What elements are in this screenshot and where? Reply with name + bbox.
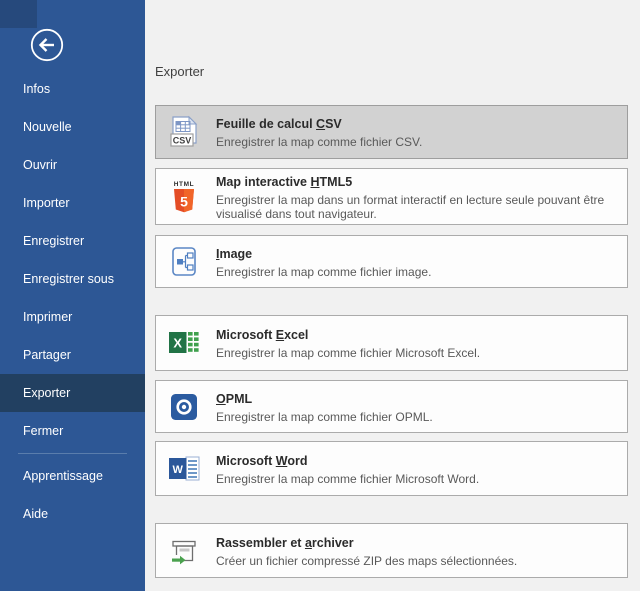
image-file-icon (167, 244, 201, 280)
export-option-title: Image (216, 247, 252, 261)
window-accent-stub (0, 0, 37, 28)
back-arrow-icon (30, 49, 64, 66)
export-option-opml[interactable]: OPML Enregistrer la map comme fichier OP… (155, 380, 628, 433)
sidebar-item-apprentissage[interactable]: Apprentissage (0, 457, 145, 495)
sidebar-item-aide[interactable]: Aide (0, 495, 145, 533)
export-option-description: Enregistrer la map dans un format intera… (216, 193, 617, 221)
sidebar-item-enregistrer[interactable]: Enregistrer (0, 222, 145, 260)
export-option-html5[interactable]: HTML 5 Map interactive HTML5 Enregistrer… (155, 168, 628, 225)
sidebar-item-nouvelle[interactable]: Nouvelle (0, 108, 145, 146)
export-option-description: Enregistrer la map comme fichier OPML. (216, 410, 433, 424)
archive-box-icon (167, 533, 201, 569)
sidebar-item-imprimer[interactable]: Imprimer (0, 298, 145, 336)
export-option-image[interactable]: Image Enregistrer la map comme fichier i… (155, 235, 628, 288)
export-option-word[interactable]: W Microsoft Word Enregistrer la map comm… (155, 441, 628, 496)
export-option-description: Créer un fichier compressé ZIP des maps … (216, 554, 517, 568)
export-option-title: Microsoft Word (216, 454, 307, 468)
card-text: Map interactive HTML5 Enregistrer la map… (216, 173, 617, 221)
export-option-title: Rassembler et archiver (216, 536, 354, 550)
word-icon: W (167, 451, 201, 487)
export-option-description: Enregistrer la map comme fichier CSV. (216, 135, 422, 149)
sidebar-item-exporter[interactable]: Exporter (0, 374, 145, 412)
export-option-csv[interactable]: CSV Feuille de calcul CSV Enregistrer la… (155, 105, 628, 159)
card-text: OPML Enregistrer la map comme fichier OP… (216, 390, 433, 424)
export-option-title: Map interactive HTML5 (216, 175, 352, 189)
sidebar-nav: Infos Nouvelle Ouvrir Importer Enregistr… (0, 70, 145, 533)
svg-text:5: 5 (180, 193, 188, 209)
excel-icon: X (167, 325, 201, 361)
export-option-description: Enregistrer la map comme fichier Microso… (216, 472, 479, 486)
csv-file-icon: CSV (167, 114, 201, 150)
export-option-description: Enregistrer la map comme fichier image. (216, 265, 431, 279)
card-text: Microsoft Word Enregistrer la map comme … (216, 452, 479, 486)
svg-text:W: W (173, 464, 184, 476)
svg-text:X: X (173, 336, 182, 351)
export-option-title: Microsoft Excel (216, 328, 308, 342)
card-text: Rassembler et archiver Créer un fichier … (216, 534, 517, 568)
sidebar-item-partager[interactable]: Partager (0, 336, 145, 374)
sidebar-divider (18, 453, 127, 454)
sidebar-item-infos[interactable]: Infos (0, 70, 145, 108)
sidebar-item-importer[interactable]: Importer (0, 184, 145, 222)
export-panel: Exporter CSV Feuille de (145, 0, 640, 591)
svg-text:CSV: CSV (173, 136, 192, 146)
card-text: Feuille de calcul CSV Enregistrer la map… (216, 115, 422, 149)
opml-icon (167, 389, 201, 425)
back-button[interactable] (30, 28, 64, 62)
export-option-description: Enregistrer la map comme fichier Microso… (216, 346, 480, 360)
export-option-archive[interactable]: Rassembler et archiver Créer un fichier … (155, 523, 628, 578)
export-option-title: Feuille de calcul CSV (216, 117, 342, 131)
card-text: Image Enregistrer la map comme fichier i… (216, 245, 431, 279)
backstage-sidebar: Infos Nouvelle Ouvrir Importer Enregistr… (0, 0, 145, 591)
html5-icon: HTML 5 (167, 179, 201, 215)
export-option-title: OPML (216, 392, 252, 406)
export-options-list: CSV Feuille de calcul CSV Enregistrer la… (155, 105, 628, 578)
sidebar-item-ouvrir[interactable]: Ouvrir (0, 146, 145, 184)
card-text: Microsoft Excel Enregistrer la map comme… (216, 326, 480, 360)
sidebar-item-fermer[interactable]: Fermer (0, 412, 145, 450)
page-title: Exporter (155, 64, 204, 79)
sidebar-item-enregistrer-sous[interactable]: Enregistrer sous (0, 260, 145, 298)
export-option-excel[interactable]: X Microsoft Excel Enregistrer la map com… (155, 315, 628, 371)
svg-text:HTML: HTML (174, 181, 194, 188)
